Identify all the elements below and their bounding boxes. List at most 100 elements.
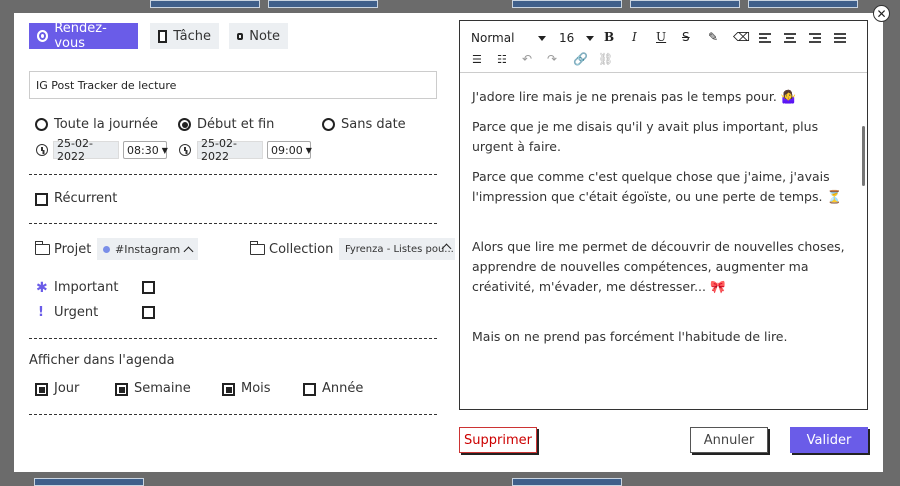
unlink-icon[interactable]: ⛓ bbox=[598, 52, 613, 66]
chevron-down-icon: ▼ bbox=[161, 145, 168, 155]
tab-label: Note bbox=[249, 28, 280, 44]
size-value: 16 bbox=[559, 31, 575, 45]
background-tile bbox=[630, 0, 740, 8]
important-checkbox[interactable] bbox=[142, 281, 155, 294]
paragraph: J'adore lire mais je ne prenais pas le t… bbox=[472, 89, 797, 104]
radio-icon bbox=[37, 30, 49, 42]
italic-icon[interactable]: I bbox=[632, 30, 637, 44]
end-time-select[interactable]: 09:00 ▼ bbox=[267, 141, 312, 159]
folder-icon bbox=[249, 241, 265, 255]
undo-icon[interactable]: ↶ bbox=[522, 52, 532, 66]
background-tile bbox=[512, 478, 622, 486]
format-value: Normal bbox=[471, 31, 515, 45]
clock-icon bbox=[179, 144, 191, 156]
agenda-day-checkbox[interactable] bbox=[35, 383, 48, 396]
background-tile bbox=[512, 0, 622, 8]
tab-rendez-vous[interactable]: Rendez-vous bbox=[29, 21, 138, 51]
scrollbar[interactable] bbox=[862, 126, 865, 186]
background-tile bbox=[34, 478, 144, 486]
recurrent-checkbox[interactable] bbox=[35, 193, 48, 206]
eraser-icon[interactable]: ⌫ bbox=[733, 30, 750, 44]
divider bbox=[29, 174, 437, 175]
caret-down-icon bbox=[538, 35, 547, 41]
bullet-list-icon[interactable]: ☰ bbox=[472, 53, 482, 66]
end-time-value: 09:00 bbox=[271, 143, 303, 157]
divider bbox=[29, 414, 437, 415]
start-date-field[interactable]: 25-02-2022 bbox=[53, 137, 119, 163]
asterisk-icon: ✱ bbox=[36, 280, 48, 296]
collection-value: Fyrenza - Listes pou... bbox=[345, 243, 454, 255]
align-left-icon[interactable] bbox=[759, 33, 771, 45]
agenda-month-label: Mois bbox=[241, 381, 271, 396]
radio-selected-icon bbox=[178, 118, 191, 131]
option-start-end[interactable]: Début et fin bbox=[178, 117, 274, 132]
clock-icon bbox=[36, 144, 48, 156]
agenda-year-label: Année bbox=[322, 381, 364, 396]
agenda-week-label: Semaine bbox=[134, 381, 191, 396]
link-icon[interactable]: 🔗 bbox=[573, 52, 588, 66]
align-center-icon[interactable] bbox=[784, 33, 796, 45]
agenda-year-checkbox[interactable] bbox=[303, 383, 316, 396]
note-icon bbox=[237, 32, 244, 40]
checkbox-icon bbox=[158, 29, 168, 43]
start-time-value: 08:30 bbox=[127, 143, 159, 157]
radio-icon bbox=[322, 118, 335, 131]
redo-icon[interactable]: ↷ bbox=[547, 52, 557, 66]
recurrent-label: Récurrent bbox=[54, 191, 118, 206]
agenda-label: Afficher dans l'agenda bbox=[29, 353, 175, 368]
divider bbox=[29, 223, 437, 224]
format-select[interactable]: Normal bbox=[471, 31, 547, 45]
important-label: Important bbox=[54, 280, 119, 295]
paragraph: Parce que comme c'est quelque chose que … bbox=[472, 169, 843, 204]
validate-button[interactable]: Valider bbox=[790, 427, 868, 453]
tab-label: Rendez-vous bbox=[54, 21, 107, 51]
option-all-day[interactable]: Toute la journée bbox=[35, 117, 158, 132]
caret-down-icon bbox=[586, 35, 595, 41]
rich-text-editor: Normal 16 B I U S ✎ ⌫ ☰ ☷ ↶ ↷ 🔗 ⛓ J'ador… bbox=[459, 20, 868, 410]
chevron-up-icon bbox=[183, 246, 194, 256]
tab-label: Tâche bbox=[173, 28, 211, 44]
project-value: #Instagram bbox=[115, 242, 181, 256]
editor-content[interactable]: J'adore lire mais je ne prenais pas le t… bbox=[472, 87, 850, 357]
agenda-week-checkbox[interactable] bbox=[115, 383, 128, 396]
option-label: Sans date bbox=[341, 117, 406, 132]
radio-icon bbox=[35, 118, 48, 131]
background-tile bbox=[150, 0, 260, 8]
urgent-checkbox[interactable] bbox=[142, 306, 155, 319]
underline-icon[interactable]: U bbox=[656, 30, 666, 44]
folder-icon bbox=[34, 241, 50, 255]
tab-tache[interactable]: Tâche bbox=[150, 23, 219, 49]
bold-icon[interactable]: B bbox=[604, 30, 614, 44]
collection-label: Collection bbox=[269, 242, 334, 257]
tab-note[interactable]: Note bbox=[229, 23, 288, 49]
divider bbox=[29, 338, 437, 339]
strikethrough-icon[interactable]: S bbox=[682, 30, 690, 44]
option-label: Toute la journée bbox=[54, 117, 159, 132]
color-dot-icon bbox=[103, 245, 110, 253]
end-date-field[interactable]: 25-02-2022 bbox=[197, 137, 263, 163]
paragraph: Parce que je me disais qu'il y avait plu… bbox=[472, 119, 819, 154]
chevron-down-icon: ▼ bbox=[305, 145, 312, 155]
align-right-icon[interactable] bbox=[809, 33, 821, 45]
paragraph: Alors que lire me permet de découvrir de… bbox=[472, 239, 845, 294]
background-tile bbox=[268, 0, 378, 8]
project-label: Projet bbox=[54, 242, 92, 257]
title-input[interactable] bbox=[29, 71, 437, 99]
align-justify-icon[interactable] bbox=[834, 33, 846, 45]
urgent-label: Urgent bbox=[54, 305, 99, 320]
collection-select[interactable]: Fyrenza - Listes pou... bbox=[339, 238, 455, 260]
option-no-date[interactable]: Sans date bbox=[322, 117, 406, 132]
paragraph: Mais on ne prend pas forcément l'habitud… bbox=[472, 329, 788, 344]
project-select[interactable]: #Instagram bbox=[97, 238, 199, 260]
exclamation-icon: ! bbox=[38, 305, 44, 320]
cancel-button[interactable]: Annuler bbox=[690, 427, 768, 453]
agenda-month-checkbox[interactable] bbox=[222, 383, 235, 396]
background-tile bbox=[748, 0, 858, 8]
editor-toolbar: Normal 16 B I U S ✎ ⌫ ☰ ☷ ↶ ↷ 🔗 ⛓ bbox=[460, 21, 867, 73]
delete-button[interactable]: Supprimer bbox=[459, 427, 537, 453]
start-time-select[interactable]: 08:30 ▼ bbox=[123, 141, 168, 159]
close-icon[interactable]: ✕ bbox=[873, 5, 890, 22]
pen-icon[interactable]: ✎ bbox=[708, 30, 718, 44]
numbered-list-icon[interactable]: ☷ bbox=[497, 53, 507, 66]
size-select[interactable]: 16 bbox=[559, 31, 595, 45]
